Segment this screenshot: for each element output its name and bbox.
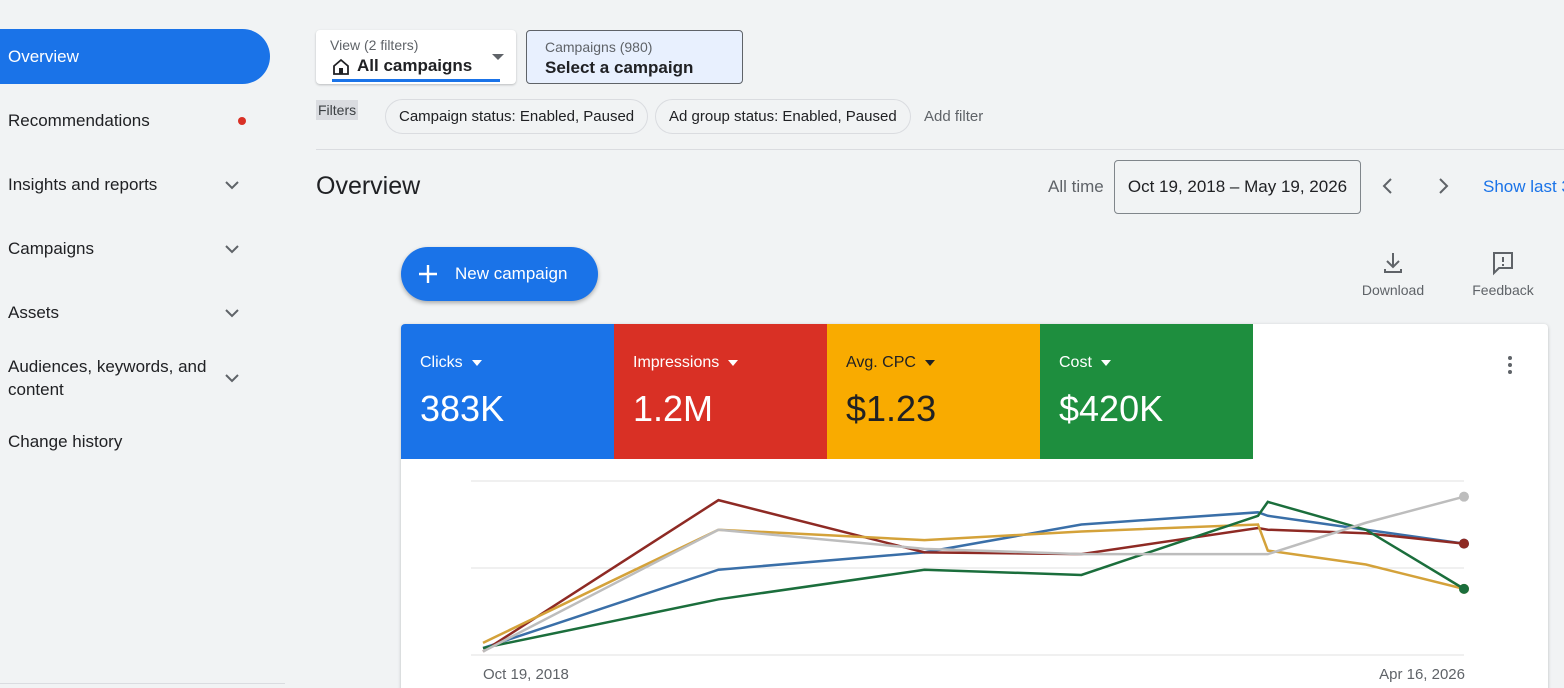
campaign-selector-value: Select a campaign xyxy=(545,58,694,77)
sidebar-item-change-history[interactable]: Change history xyxy=(0,417,270,467)
series-end-point-1 xyxy=(1459,538,1469,549)
metric-label-container: Cost xyxy=(1059,354,1111,372)
chevron-left-icon[interactable] xyxy=(1376,174,1400,198)
chevron-down-icon xyxy=(225,309,239,318)
add-filter-button[interactable]: Add filter xyxy=(924,108,983,125)
view-selector[interactable]: View (2 filters) All campaigns xyxy=(316,30,516,84)
chevron-down-icon xyxy=(225,245,239,254)
chart-series xyxy=(482,491,1469,653)
filters-label[interactable]: Filters xyxy=(316,100,359,120)
metric-cost[interactable]: Cost $420K xyxy=(1040,324,1253,459)
feedback-icon xyxy=(1493,252,1513,276)
sidebar-item-insights-and-reports[interactable]: Insights and reports xyxy=(0,160,270,210)
series-line-2 xyxy=(482,523,1465,644)
view-selector-label: View (2 filters) xyxy=(330,37,419,53)
metric-label: Cost xyxy=(1059,354,1092,371)
metric-value: 383K xyxy=(420,388,505,429)
metric-label-container: Impressions xyxy=(633,354,739,372)
chevron-right-icon[interactable] xyxy=(1431,174,1455,198)
filter-chip-campaign-status[interactable]: Campaign status: Enabled, Paused xyxy=(385,99,649,134)
dropdown-caret-icon xyxy=(492,54,504,60)
home-icon xyxy=(333,58,349,75)
selected-underline xyxy=(332,79,500,82)
sidebar: Overview Recommendations Insights and re… xyxy=(0,0,285,688)
campaign-selector-label: Campaigns (980) xyxy=(545,39,653,55)
more-options-icon[interactable] xyxy=(1506,356,1514,378)
sidebar-item-label: Campaigns xyxy=(8,239,94,258)
series-end-point-4 xyxy=(1459,491,1469,502)
sidebar-item-campaigns[interactable]: Campaigns xyxy=(0,224,270,274)
page-title: Overview xyxy=(316,172,421,200)
sidebar-item-label: Recommendations xyxy=(8,111,150,130)
sidebar-item-label: Assets xyxy=(8,303,60,322)
view-selector-value: All campaigns xyxy=(357,56,473,75)
chevron-down-icon xyxy=(225,181,239,190)
dropdown-caret-icon xyxy=(728,360,739,366)
sidebar-item-audiences-keywords-content[interactable]: Audiences, keywords, and content xyxy=(0,352,270,404)
metric-label-container: Avg. CPC xyxy=(846,354,935,372)
chevron-down-icon xyxy=(225,374,239,383)
notification-dot xyxy=(238,117,246,125)
sidebar-item-label: Insights and reports xyxy=(8,175,158,194)
sidebar-item-label: Change history xyxy=(8,432,123,451)
show-last-link[interactable]: Show last 30 days xyxy=(1483,177,1564,197)
filter-chip-ad-group-status[interactable]: Ad group status: Enabled, Paused xyxy=(655,99,911,134)
performance-card: Clicks 383K Impressions 1.2M Avg. CPC $1… xyxy=(401,324,1548,688)
metric-label-container: Clicks xyxy=(420,354,482,372)
sidebar-item-assets[interactable]: Assets xyxy=(0,288,270,338)
date-range-picker[interactable]: Oct 19, 2018 – May 19, 2026 xyxy=(1114,160,1361,214)
campaign-selector[interactable]: Campaigns (980) Select a campaign xyxy=(526,30,743,84)
x-tick-label: Oct 19, 2018 xyxy=(483,666,569,683)
date-range-value: Oct 19, 2018 – May 19, 2026 xyxy=(1127,177,1348,196)
chart-grid xyxy=(471,480,1464,656)
divider xyxy=(0,683,285,684)
dropdown-caret-icon xyxy=(924,360,935,366)
sidebar-item-recommendations[interactable]: Recommendations xyxy=(0,96,270,146)
metric-clicks[interactable]: Clicks 383K xyxy=(401,324,614,459)
feedback-label: Feedback xyxy=(1472,282,1534,298)
metric-avg-cpc[interactable]: Avg. CPC $1.23 xyxy=(827,324,1040,459)
metric-label: Impressions xyxy=(633,354,720,371)
metric-value: 1.2M xyxy=(633,388,714,429)
plus-icon xyxy=(419,265,437,283)
series-end-point-3 xyxy=(1459,583,1469,594)
dropdown-caret-icon xyxy=(471,360,482,366)
download-icon xyxy=(1384,253,1402,273)
sidebar-item-label: Overview xyxy=(8,46,79,66)
metric-value: $1.23 xyxy=(846,388,937,429)
x-tick-label: Apr 16, 2026 xyxy=(1379,666,1465,683)
metric-impressions[interactable]: Impressions 1.2M xyxy=(614,324,827,459)
new-campaign-button[interactable]: New campaign xyxy=(401,247,598,301)
date-range-label: All time xyxy=(1048,177,1104,196)
metric-label: Avg. CPC xyxy=(846,354,916,371)
metric-label: Clicks xyxy=(420,354,463,371)
new-campaign-label: New campaign xyxy=(455,264,568,283)
dropdown-caret-icon xyxy=(1100,360,1111,366)
sidebar-item-overview[interactable]: Overview xyxy=(0,29,270,84)
sidebar-item-label: Audiences, keywords, and content xyxy=(8,357,207,399)
series-line-4 xyxy=(482,495,1465,653)
feedback-button[interactable]: Feedback xyxy=(1458,250,1548,298)
divider xyxy=(316,149,1564,150)
download-button[interactable]: Download xyxy=(1348,250,1438,298)
line-chart: Oct 19, 2018 Apr 16, 2026 xyxy=(471,480,1469,683)
download-label: Download xyxy=(1361,282,1425,298)
metric-value: $420K xyxy=(1059,388,1164,429)
